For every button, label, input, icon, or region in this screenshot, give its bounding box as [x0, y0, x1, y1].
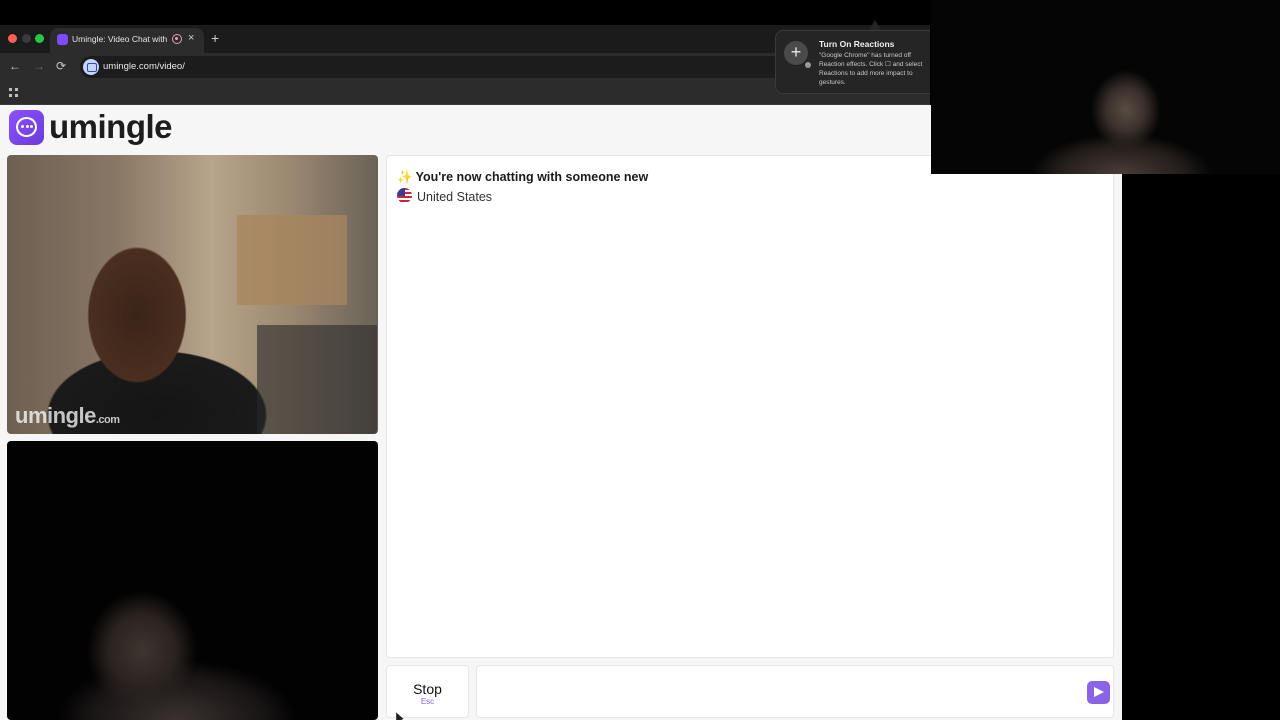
back-button[interactable]: ← — [9, 59, 21, 73]
camera-dot-icon — [805, 62, 811, 68]
country-text: United States — [417, 190, 493, 204]
tab-close-icon[interactable]: × — [188, 32, 194, 44]
self-view-pip-window[interactable] — [931, 0, 1280, 174]
watermark-suffix: .com — [95, 414, 120, 426]
umingle-logo-icon[interactable] — [9, 110, 44, 145]
tab-title: Umingle: Video Chat with — [72, 34, 168, 44]
self-video — [7, 441, 378, 720]
browser-tab[interactable]: Umingle: Video Chat with × — [50, 28, 204, 53]
stop-shortcut-hint: Esc — [420, 697, 435, 706]
plus-icon: + — [784, 41, 808, 65]
close-window-button[interactable] — [8, 34, 17, 43]
reactions-popup[interactable]: + Turn On Reactions "Google Chrome" has … — [775, 30, 930, 94]
reload-button[interactable]: ⟳ — [56, 59, 66, 73]
chat-country: United States — [397, 188, 492, 204]
maximize-window-button[interactable] — [35, 34, 44, 43]
screen: Umingle: Video Chat with × + ← → ⟳ uming… — [0, 0, 1280, 720]
us-flag-icon — [397, 188, 412, 203]
page-content: umingle umingle.com ✨ You're now chatting… — [0, 105, 1122, 720]
new-tab-button[interactable]: + — [211, 30, 219, 46]
send-button[interactable] — [1087, 681, 1110, 704]
video-watermark: umingle.com — [15, 403, 120, 429]
stop-button-label: Stop — [413, 681, 442, 697]
popup-caret — [869, 20, 881, 30]
umingle-favicon-icon — [57, 34, 68, 45]
chat-status: ✨ You're now chatting with someone new — [397, 170, 648, 185]
popup-body: "Google Chrome" has turned off Reaction … — [819, 52, 923, 86]
forward-button[interactable]: → — [33, 59, 45, 73]
apps-grid-icon[interactable] — [9, 88, 18, 97]
popup-title: Turn On Reactions — [819, 39, 895, 49]
chat-status-text: You're now chatting with someone new — [415, 170, 649, 184]
chat-panel: ✨ You're now chatting with someone new Un… — [386, 155, 1114, 658]
recording-indicator-icon — [172, 34, 182, 44]
message-input[interactable] — [485, 676, 1075, 708]
watermark-text: umingle — [15, 403, 96, 428]
stranger-video: umingle.com — [7, 155, 378, 434]
logo-text[interactable]: umingle — [49, 108, 173, 146]
url-text[interactable]: umingle.com/video/ — [103, 61, 185, 72]
chat-bubble-icon — [16, 117, 37, 137]
minimize-window-button[interactable] — [22, 34, 31, 43]
sparkle-icon: ✨ — [397, 170, 413, 184]
site-info-icon[interactable] — [83, 59, 99, 75]
message-box — [476, 665, 1114, 718]
